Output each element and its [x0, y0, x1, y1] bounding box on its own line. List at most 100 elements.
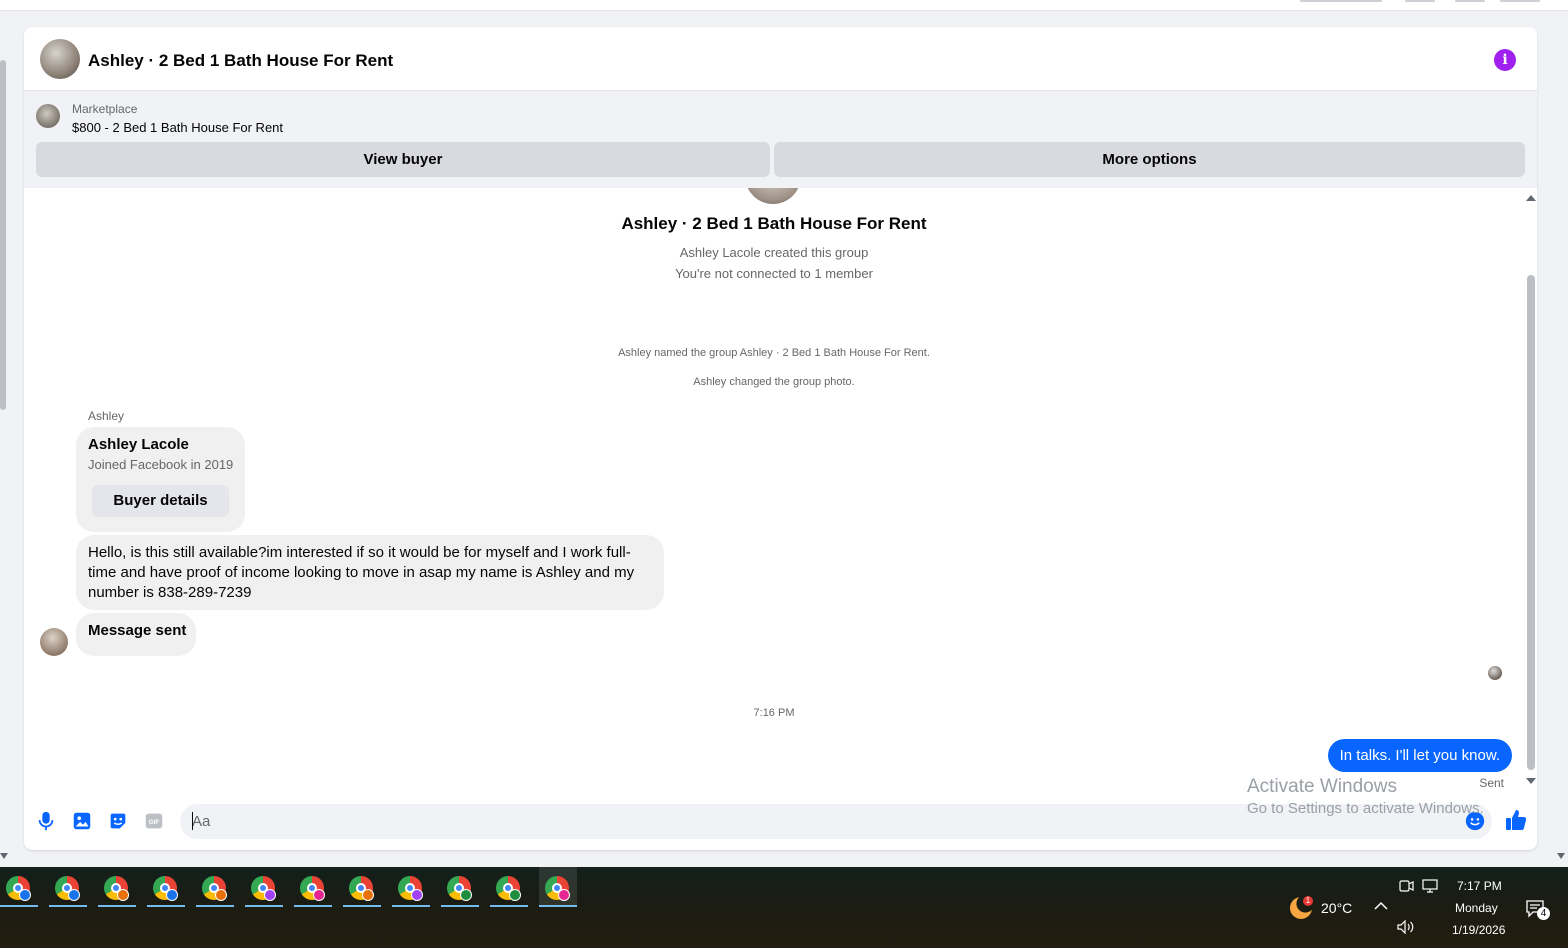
composer: GIF Aa — [24, 796, 1537, 850]
scroll-down-arrow[interactable] — [1526, 778, 1536, 784]
emoji-icon[interactable] — [1465, 811, 1485, 831]
read-receipt-avatar — [1488, 666, 1502, 680]
running-indicator — [245, 905, 283, 907]
running-indicator — [49, 905, 87, 907]
volume-icon[interactable] — [1397, 920, 1415, 934]
listing-thumbnail[interactable] — [36, 104, 60, 128]
taskbar-chrome-app[interactable] — [343, 867, 381, 907]
notification-count: 4 — [1537, 907, 1550, 920]
buyer-details-button[interactable]: Buyer details — [92, 485, 229, 517]
profile-badge — [264, 889, 276, 901]
buyer-name: Ashley Lacole — [88, 436, 189, 453]
buyer-card-bubble: Ashley Lacole Joined Facebook in 2019 Bu… — [76, 427, 245, 532]
message-sent-bubble[interactable]: Message sent — [76, 613, 196, 656]
timestamp: 7:16 PM — [753, 707, 795, 719]
running-indicator — [294, 905, 332, 907]
chat-window: Ashley · 2 Bed 1 Bath House For Rent i M… — [24, 27, 1537, 850]
photo-icon[interactable] — [71, 810, 93, 832]
sticker-icon[interactable] — [107, 810, 129, 832]
profile-badge — [19, 889, 31, 901]
clock-date[interactable]: 1/19/2026 — [1452, 923, 1505, 937]
network-icon[interactable] — [1422, 879, 1438, 893]
running-indicator — [196, 905, 234, 907]
taskbar-chrome-app[interactable] — [392, 867, 430, 907]
message-input-placeholder: Aa — [192, 813, 211, 830]
toolbar-pill — [1455, 0, 1485, 2]
gif-icon[interactable]: GIF — [143, 810, 165, 832]
profile-badge — [215, 889, 227, 901]
profile-badge — [460, 889, 472, 901]
profile-badge — [313, 889, 325, 901]
running-indicator — [98, 905, 136, 907]
taskbar-chrome-app[interactable] — [98, 867, 136, 907]
message-bubble[interactable]: Hello, is this still available?im intere… — [76, 535, 664, 610]
sender-avatar[interactable] — [40, 628, 68, 656]
system-message: Ashley named the group Ashley · 2 Bed 1 … — [618, 347, 930, 359]
thread-group-avatar — [745, 188, 801, 204]
page-scrollbar[interactable] — [0, 60, 6, 410]
microphone-icon[interactable] — [35, 810, 57, 832]
taskbar-chrome-app[interactable] — [539, 867, 577, 907]
message-text: Hello, is this still available?im intere… — [88, 544, 635, 601]
svg-text:GIF: GIF — [149, 819, 160, 826]
taskbar-chrome-app[interactable] — [490, 867, 528, 907]
profile-badge — [558, 889, 570, 901]
clock-time[interactable]: 7:17 PM — [1457, 879, 1502, 893]
taskbar-chrome-app[interactable] — [245, 867, 283, 907]
page-scroll-down-arrow[interactable] — [0, 853, 8, 859]
taskbar-chrome-app[interactable] — [49, 867, 87, 907]
taskbar-chrome-app[interactable] — [147, 867, 185, 907]
toolbar-pill — [1300, 0, 1382, 2]
running-indicator — [490, 905, 528, 907]
connection-text: You're not connected to 1 member — [675, 266, 873, 281]
running-indicator — [0, 905, 38, 907]
system-message: Ashley changed the group photo. — [693, 376, 855, 388]
my-message-bubble[interactable]: In talks. I'll let you know. — [1327, 739, 1512, 772]
thumbs-up-icon[interactable] — [1504, 808, 1528, 832]
toolbar-pill — [1405, 0, 1435, 2]
taskbar: 1 20°C 7:17 PM Monday 1/19/2026 4 — [0, 867, 1568, 948]
buyer-joined: Joined Facebook in 2019 — [88, 457, 234, 472]
taskbar-chrome-app[interactable] — [294, 867, 332, 907]
text-caret — [192, 812, 193, 830]
marketplace-label: Marketplace — [72, 102, 138, 116]
taskbar-chrome-app[interactable] — [196, 867, 234, 907]
message-input[interactable]: Aa — [180, 804, 1492, 839]
browser-top-strip — [0, 0, 1568, 11]
listing-title[interactable]: $800 - 2 Bed 1 Bath House For Rent — [72, 120, 283, 135]
taskbar-chrome-app[interactable] — [0, 867, 38, 907]
profile-badge — [166, 889, 178, 901]
running-indicator — [441, 905, 479, 907]
profile-badge — [68, 889, 80, 901]
running-indicator — [147, 905, 185, 907]
running-indicator — [392, 905, 430, 907]
profile-badge — [411, 889, 423, 901]
clock-day[interactable]: Monday — [1455, 901, 1498, 915]
running-indicator — [539, 905, 577, 907]
delivery-status: Sent — [1479, 776, 1504, 790]
window-scroll-down-arrow[interactable] — [1557, 853, 1565, 859]
temperature[interactable]: 20°C — [1321, 900, 1352, 916]
taskbar-chrome-app[interactable] — [441, 867, 479, 907]
chat-header: Ashley · 2 Bed 1 Bath House For Rent i — [24, 27, 1537, 91]
profile-badge — [362, 889, 374, 901]
weather-alert-badge: 1 — [1303, 896, 1313, 906]
more-options-button[interactable]: More options — [774, 142, 1525, 177]
sender-name: Ashley — [88, 409, 125, 423]
running-indicator — [343, 905, 381, 907]
group-avatar[interactable] — [40, 39, 80, 79]
marketplace-banner: Marketplace $800 - 2 Bed 1 Bath House Fo… — [24, 91, 1537, 188]
chat-title[interactable]: Ashley · 2 Bed 1 Bath House For Rent — [88, 51, 393, 71]
info-icon[interactable]: i — [1494, 49, 1516, 71]
meet-now-icon[interactable] — [1398, 879, 1414, 893]
message-thread: Ashley · 2 Bed 1 Bath House For Rent Ash… — [24, 188, 1524, 796]
scroll-up-arrow[interactable] — [1526, 195, 1536, 201]
message-sent-text: Message sent — [88, 622, 187, 639]
profile-badge — [509, 889, 521, 901]
thread-scrollbar[interactable] — [1523, 188, 1537, 796]
toolbar-pill — [1500, 0, 1540, 2]
group-created-text: Ashley Lacole created this group — [679, 245, 869, 260]
view-buyer-button[interactable]: View buyer — [36, 142, 770, 177]
scroll-thumb[interactable] — [1527, 275, 1535, 770]
chevron-up-icon[interactable] — [1374, 901, 1388, 911]
